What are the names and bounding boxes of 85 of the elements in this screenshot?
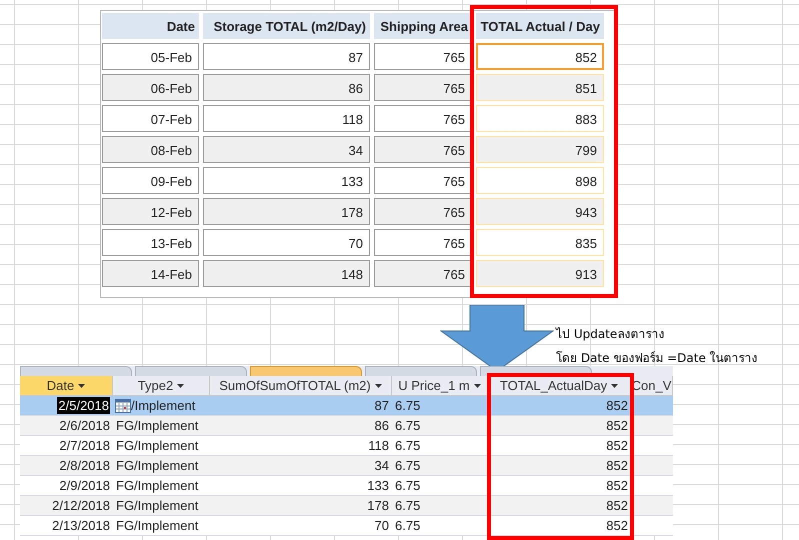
storage-cell[interactable]: 86: [203, 74, 370, 101]
dropdown-icon[interactable]: [374, 384, 382, 388]
date-cell[interactable]: 13-Feb: [102, 229, 199, 256]
sum-cell: 86: [210, 416, 392, 436]
storage-cell[interactable]: 118: [203, 105, 370, 132]
total-cell[interactable]: 852: [476, 43, 604, 70]
date-cell[interactable]: 12-Feb: [102, 198, 199, 225]
date-cell: 2/6/2018: [20, 416, 113, 436]
type-field[interactable]: /Implement: [113, 396, 210, 416]
table-row[interactable]: 2/5/2018 /Implement 87 6.75 852: [20, 396, 673, 416]
type-text: /Implement: [131, 397, 196, 415]
total-cell[interactable]: 835: [476, 229, 604, 256]
storage-cell[interactable]: 148: [203, 260, 370, 287]
date-cell[interactable]: 05-Feb: [102, 43, 199, 70]
type-cell: FG/Implement: [113, 496, 210, 516]
column-header[interactable]: U Price_1 m: [392, 376, 488, 396]
callout-text: โดย Date ของฟอร์ม =Date ในตาราง: [556, 350, 758, 367]
total-cell: 852: [488, 496, 631, 516]
date-cell[interactable]: 14-Feb: [102, 260, 199, 287]
price-cell: 6.75: [392, 516, 488, 536]
dropdown-icon[interactable]: [78, 384, 86, 388]
sum-cell: 87: [210, 396, 392, 416]
price-cell: 6.75: [392, 456, 488, 476]
callout-text: ไป Updateลงตาราง: [556, 326, 666, 343]
date-cell: 2/12/2018: [20, 496, 113, 516]
date-cell: 2/13/2018: [20, 516, 113, 536]
price-cell: 6.75: [392, 416, 488, 436]
shipping-cell[interactable]: 765: [374, 105, 472, 132]
date-cell[interactable]: 07-Feb: [102, 105, 199, 132]
total-cell: 852: [488, 456, 631, 476]
column-header: Storage TOTAL (m2/Day): [203, 13, 370, 39]
shipping-cell[interactable]: 765: [374, 43, 472, 70]
total-cell[interactable]: 851: [476, 74, 604, 101]
total-cell[interactable]: 913: [476, 260, 604, 287]
table-row[interactable]: 2/12/2018 FG/Implement 178 6.75 852: [20, 496, 673, 516]
table-row[interactable]: 2/6/2018 FG/Implement 86 6.75 852: [20, 416, 673, 436]
total-cell[interactable]: 883: [476, 105, 604, 132]
total-cell[interactable]: 898: [476, 167, 604, 194]
dropdown-icon[interactable]: [177, 384, 184, 388]
date-field[interactable]: 2/5/2018: [20, 396, 113, 416]
total-cell: 852: [488, 416, 631, 436]
column-header[interactable]: Type2: [113, 376, 210, 396]
table-cell: [631, 456, 673, 476]
column-header: Date: [102, 13, 199, 39]
column-header[interactable]: SumOfSumOfTOTAL (m2): [210, 376, 392, 396]
table-cell: [631, 496, 673, 516]
column-header[interactable]: TOTAL_ActualDay: [488, 376, 631, 396]
sum-cell: 70: [210, 516, 392, 536]
type-cell: FG/Implement: [113, 456, 210, 476]
shipping-cell[interactable]: 765: [374, 74, 472, 101]
type-cell: FG/Implement: [113, 416, 210, 436]
storage-cell[interactable]: 133: [203, 167, 370, 194]
column-header: TOTAL Actual / Day: [476, 13, 604, 39]
date-cell[interactable]: 09-Feb: [102, 167, 199, 194]
shipping-cell[interactable]: 765: [374, 198, 472, 225]
shipping-cell[interactable]: 765: [374, 167, 472, 194]
dropdown-icon[interactable]: [611, 384, 618, 388]
shipping-cell[interactable]: 765: [374, 229, 472, 256]
sum-cell: 178: [210, 496, 392, 516]
total-cell[interactable]: 799: [476, 136, 604, 163]
column-header[interactable]: Date: [20, 376, 113, 396]
total-cell[interactable]: 943: [476, 198, 604, 225]
date-cell: 2/8/2018: [20, 456, 113, 476]
table-row[interactable]: 2/13/2018 FG/Implement 70 6.75 852: [20, 516, 673, 536]
storage-cell[interactable]: 178: [203, 198, 370, 225]
table-cell: [631, 396, 673, 416]
column-header: Shipping Area: [374, 13, 472, 39]
total-cell: 852: [488, 396, 631, 416]
storage-cell[interactable]: 70: [203, 229, 370, 256]
table-cell: [631, 416, 673, 436]
shipping-cell[interactable]: 765: [374, 136, 472, 163]
storage-cell[interactable]: 34: [203, 136, 370, 163]
price-cell: 6.75: [392, 396, 488, 416]
price-cell: 6.75: [392, 496, 488, 516]
table-row[interactable]: 2/8/2018 FG/Implement 34 6.75 852: [20, 456, 673, 476]
storage-cell[interactable]: 87: [203, 43, 370, 70]
date-cell[interactable]: 08-Feb: [102, 136, 199, 163]
dropdown-icon[interactable]: [474, 384, 481, 388]
calendar-icon[interactable]: [115, 398, 131, 412]
date-cell[interactable]: 06-Feb: [102, 74, 199, 101]
shipping-cell[interactable]: 765: [374, 260, 472, 287]
selected-text: 2/5/2018: [57, 397, 110, 414]
type-cell: FG/Implement: [113, 516, 210, 536]
total-cell: 852: [488, 516, 631, 536]
sum-cell: 34: [210, 456, 392, 476]
